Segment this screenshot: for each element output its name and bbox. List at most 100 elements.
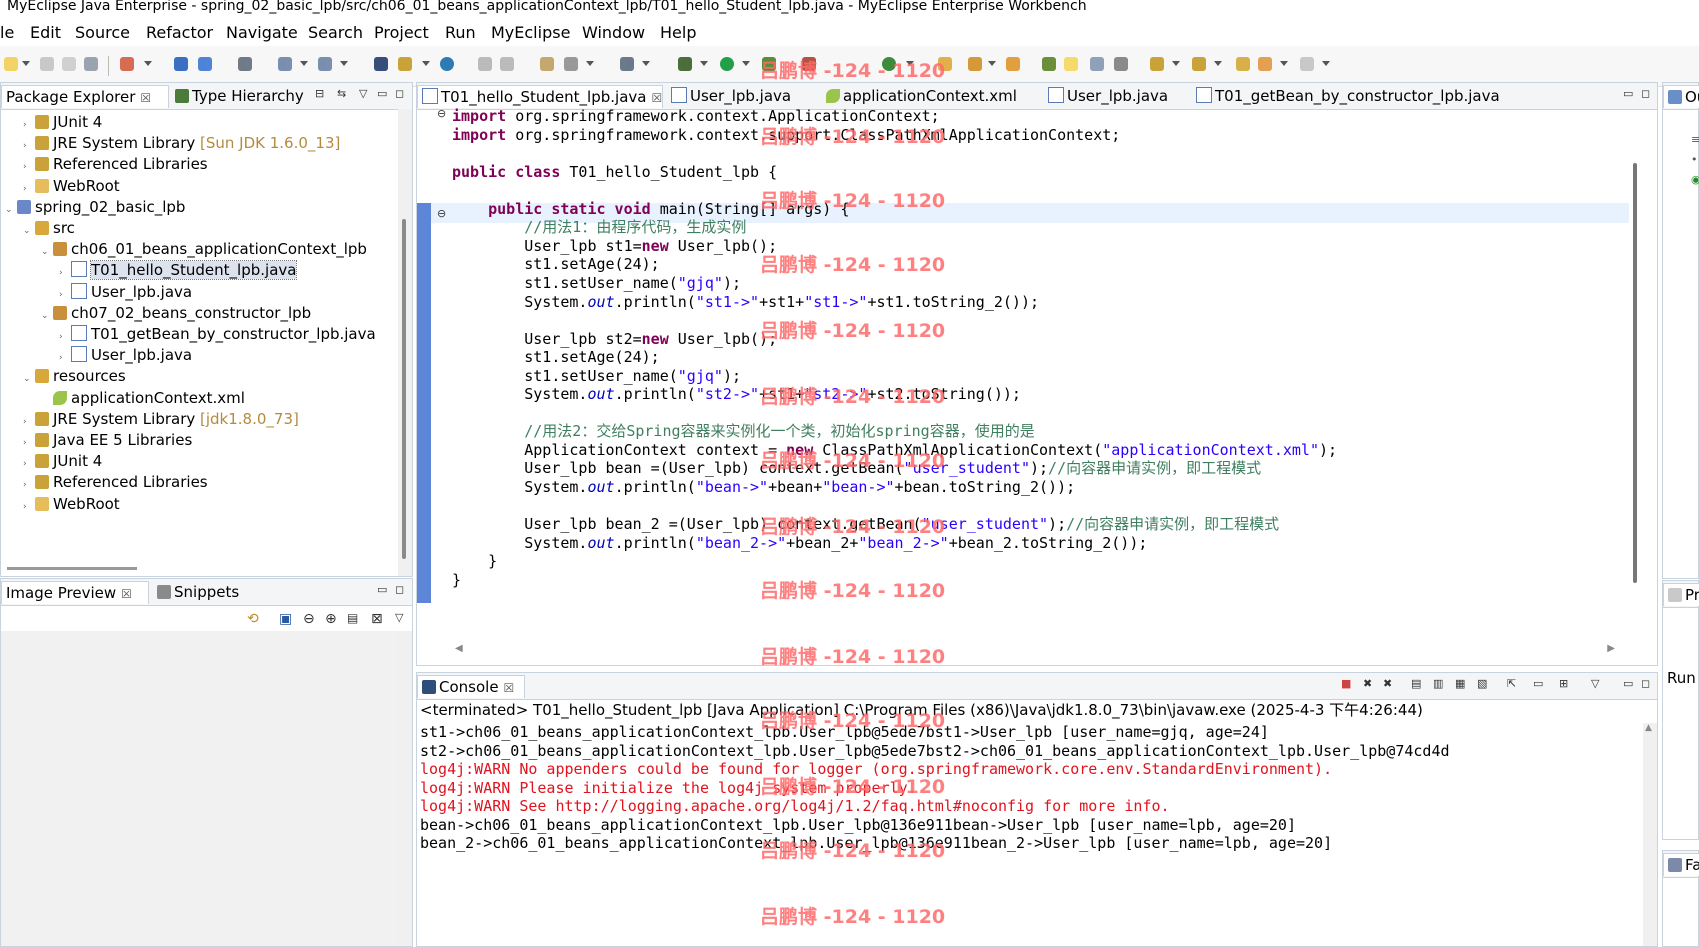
zoom-out-icon[interactable]: ⊖ [303,611,315,627]
new-icon[interactable] [2,55,22,75]
image-icon[interactable] [538,55,558,75]
window-icon[interactable] [618,55,638,75]
maximize-icon[interactable]: ◻ [1641,87,1650,100]
tree-item[interactable]: › Referenced Libraries [23,154,208,174]
collapsed-icon[interactable]: › [59,348,71,368]
back-dropdown-icon[interactable] [1280,61,1288,66]
tab-properties[interactable]: Pr [1663,583,1699,606]
tree-item[interactable]: › User_lpb.java [59,345,192,365]
annotation-icon[interactable] [1040,55,1060,75]
debug-icon[interactable] [676,55,696,75]
minimize-icon[interactable]: ▭ [377,583,387,596]
code-line[interactable]: System.out.println("bean->"+bean+"bean->… [452,478,1075,497]
expanded-icon[interactable]: ⌄ [5,200,17,220]
collapsed-icon[interactable]: › [59,285,71,305]
menu-myeclipse[interactable]: MyEclipse [491,23,570,43]
view-menu-icon[interactable]: ▽ [395,611,403,624]
tab-outline[interactable]: Ou [1663,85,1699,108]
task-icon[interactable] [1004,55,1024,75]
menu-search[interactable]: Search [308,23,363,43]
close-icon[interactable]: ☒ [504,681,515,695]
collapsed-icon[interactable]: › [59,263,71,283]
open-type-dropdown-icon[interactable] [422,61,430,66]
tree-item[interactable]: › JRE System Library [Sun JDK 1.6.0_13] [23,133,340,153]
highlight-icon[interactable] [1062,55,1082,75]
next-annotation-icon[interactable] [1148,55,1168,75]
refresh-icon[interactable]: ⟲ [247,611,259,627]
next-annotation-dropdown-icon[interactable] [1172,61,1180,66]
remove-launch-icon[interactable]: ✖ [1363,677,1372,690]
server-icon[interactable] [172,55,192,75]
code-line[interactable]: } [452,552,497,571]
pen-dropdown-icon[interactable] [988,61,996,66]
scroll-right-icon[interactable]: ▶ [1607,643,1615,654]
scroll-thumb[interactable] [1633,163,1637,583]
deploy-dropdown-icon[interactable] [144,61,152,66]
forward-icon[interactable] [1298,55,1318,75]
wizard2-dropdown-icon[interactable] [340,61,348,66]
remove-all-icon[interactable]: ✖ [1383,677,1392,690]
scroll-up-icon[interactable]: ▲ [1645,723,1652,733]
expanded-icon[interactable]: ⌄ [41,242,53,262]
minimize-icon[interactable]: ▭ [1623,87,1633,100]
console-scrollbar[interactable]: ▲ [1643,723,1657,946]
tree-item[interactable]: applicationContext.xml [41,388,245,408]
code-line[interactable]: } [452,571,461,590]
tab-bottom-right[interactable]: Fa [1663,853,1699,876]
collapsed-icon[interactable]: › [23,115,35,135]
minimize-icon[interactable]: ▭ [1623,677,1633,690]
last-edit-icon[interactable] [1234,55,1254,75]
close-icon[interactable]: ☒ [651,91,662,105]
server-manage-icon[interactable] [196,55,216,75]
save-all-icon[interactable] [60,55,80,75]
scroll-thumb[interactable] [402,219,406,559]
forward-history-icon[interactable] [498,55,518,75]
tree-item[interactable]: ⌄ ch06_01_beans_applicationContext_lpb [41,239,367,259]
tree-item[interactable]: ⌄ ch07_02_beans_constructor_lpb [41,303,311,323]
tab-get-bean-constructor[interactable]: T01_getBean_by_constructor_lpb.java [1192,85,1502,108]
code-line[interactable]: st1.setAge(24); [452,348,659,367]
collapse-all-icon[interactable]: ⊟ [315,87,324,100]
print-icon[interactable] [82,55,102,75]
tree-item[interactable]: › Java EE 5 Libraries [23,430,192,450]
tree-item[interactable]: › User_lpb.java [59,282,192,302]
wizard-dropdown-icon[interactable] [300,61,308,66]
run-dropdown-icon[interactable] [742,61,750,66]
db-icon[interactable] [236,55,256,75]
prev-annotation-dropdown-icon[interactable] [1214,61,1222,66]
tab-editor-main[interactable]: T01_hello_Student_lpb.java ☒ [417,85,663,108]
tree-item[interactable]: › JUnit 4 [23,451,102,471]
prev-annotation-icon[interactable] [1190,55,1210,75]
collapsed-icon[interactable]: › [23,136,35,156]
zoom-in-icon[interactable]: ⊕ [325,611,337,627]
code-line[interactable]: public class T01_hello_Student_lpb { [452,163,777,182]
tree-item[interactable]: ⌄ spring_02_basic_lpb [5,197,185,217]
show-whitespace-icon[interactable] [1112,55,1132,75]
view-menu-icon[interactable]: ▽ [359,87,367,100]
new-dropdown-icon[interactable] [22,61,30,66]
console-output[interactable]: st1->ch06_01_beans_applicationContext_lp… [417,723,1637,943]
code-line[interactable]: //用法2：交给Spring容器来实例化一个类，初始化spring容器，使用的是 [452,422,1034,441]
tree-item[interactable]: › Referenced Libraries [23,472,208,492]
code-line[interactable]: st1.setUser_name("gjq"); [452,367,741,386]
terminate-icon[interactable]: ■ [1341,677,1351,690]
open-type-icon[interactable] [396,55,416,75]
editor-vscrollbar[interactable] [1629,163,1643,583]
tab-type-hierarchy[interactable]: Type Hierarchy [171,85,309,108]
code-line[interactable]: User_lpb st2=new User_lpb(); [452,330,777,349]
collapsed-icon[interactable]: › [23,475,35,495]
open-console-icon[interactable]: ⊞ [1559,677,1568,690]
collapsed-icon[interactable]: › [23,412,35,432]
forward-dropdown-icon[interactable] [1322,61,1330,66]
back-history-icon[interactable] [476,55,496,75]
tree-item[interactable]: › T01_getBean_by_constructor_lpb.java [59,324,376,344]
fit-window-icon[interactable]: ⊠ [371,611,383,627]
pin-console-icon[interactable]: ⇱ [1507,677,1516,690]
collapsed-icon[interactable]: › [23,157,35,177]
menu-navigate[interactable]: Navigate [226,23,298,43]
block-select-icon[interactable] [1088,55,1108,75]
run-icon[interactable] [718,55,738,75]
menu-refactor[interactable]: Refactor [146,23,213,43]
maximize-icon[interactable]: ◻ [1641,677,1650,690]
perspective-icon[interactable] [372,55,392,75]
